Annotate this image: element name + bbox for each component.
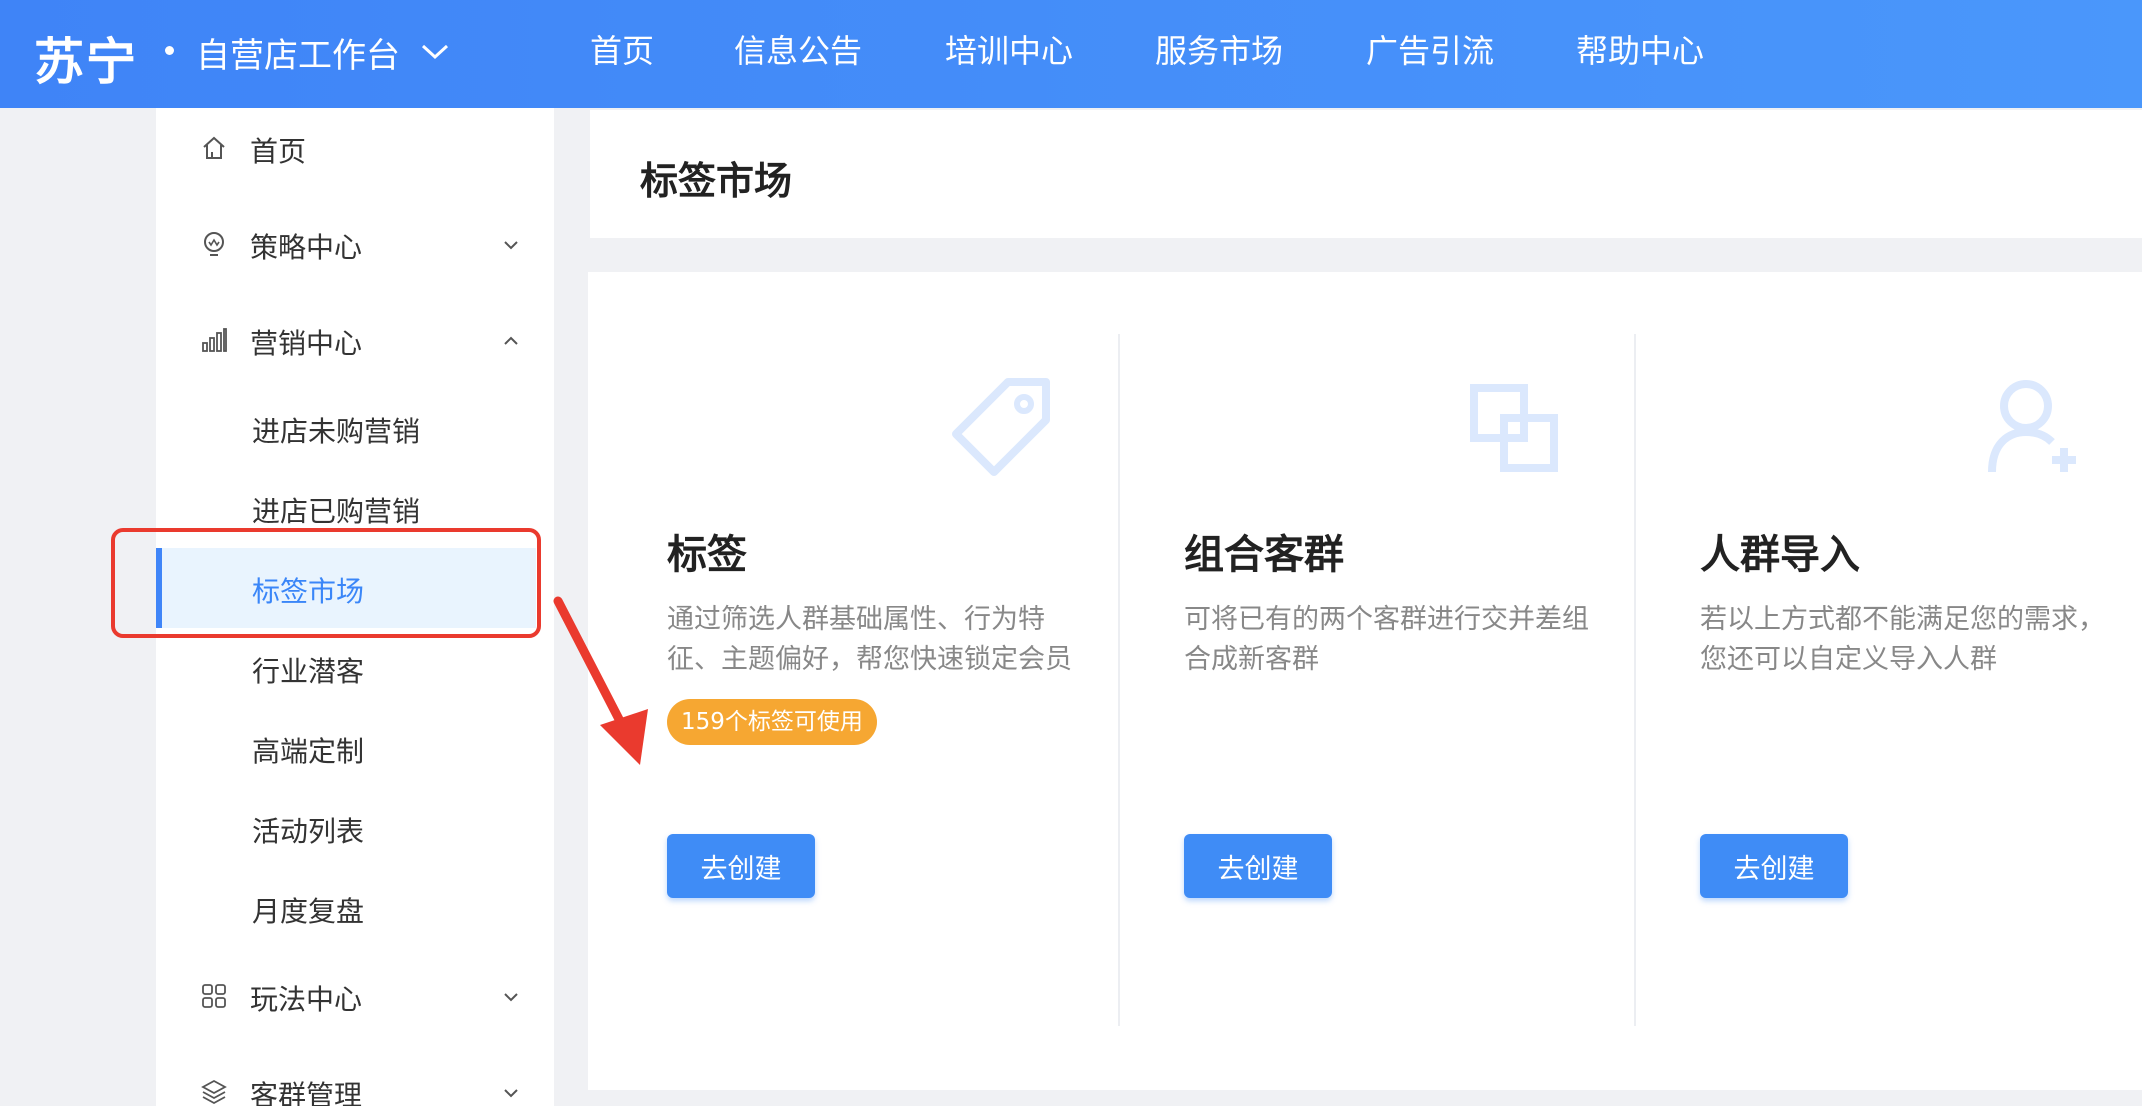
card-desc-combine: 可将已有的两个客群进行交并差组合成新客群 xyxy=(1184,604,1589,675)
chevron-down-icon[interactable] xyxy=(500,986,522,1008)
menu-play[interactable]: 玩法中心 xyxy=(250,978,362,1018)
submenu-activity-list[interactable]: 活动列表 xyxy=(252,810,364,850)
card-title-combine: 组合客群 xyxy=(1184,532,1344,578)
layers-icon xyxy=(201,1079,227,1105)
annotation-arrow-icon xyxy=(553,596,648,765)
menu-strategy[interactable]: 策略中心 xyxy=(250,226,362,266)
nav-service-market[interactable]: 服务市场 xyxy=(1155,26,1283,72)
submenu-industry-prospects[interactable]: 行业潜客 xyxy=(252,650,364,690)
bar-chart-icon xyxy=(202,328,227,352)
user-add-icon xyxy=(1988,380,2076,473)
menu-marketing[interactable]: 营销中心 xyxy=(250,322,362,362)
nav-announcements[interactable]: 信息公告 xyxy=(734,26,862,72)
suning-logo[interactable]: 苏宁 xyxy=(34,22,138,94)
divider xyxy=(1634,334,1636,1026)
workspace-switcher-label[interactable]: 自营店工作台 xyxy=(196,28,400,77)
card-desc-import: 若以上方式都不能满足您的需求，您还可以自定义导入人群 xyxy=(1700,604,2105,675)
page-header: 标签市场 xyxy=(590,110,2142,238)
submenu-monthly-review[interactable]: 月度复盘 xyxy=(252,890,364,930)
chevron-up-icon[interactable] xyxy=(500,330,522,352)
nav-help[interactable]: 帮助中心 xyxy=(1576,26,1704,72)
chevron-down-icon[interactable] xyxy=(500,1082,522,1104)
logo-dot xyxy=(165,46,174,55)
card-title-tag: 标签 xyxy=(667,532,747,578)
combine-squares-icon xyxy=(1470,384,1558,472)
nav-training[interactable]: 培训中心 xyxy=(945,26,1073,72)
create-import-button[interactable]: 去创建 xyxy=(1700,834,1848,898)
top-header: 苏宁 自营店工作台 首页 信息公告 培训中心 服务市场 广告引流 帮助中心 xyxy=(0,0,2142,108)
create-combine-button[interactable]: 去创建 xyxy=(1184,834,1332,898)
chevron-down-icon[interactable] xyxy=(500,234,522,256)
card-desc-tag: 通过筛选人群基础属性、行为特征、主题偏好，帮您快速锁定会员 xyxy=(667,604,1072,675)
create-options-panel: 标签 通过筛选人群基础属性、行为特征、主题偏好，帮您快速锁定会员 159个标签可… xyxy=(588,272,2142,1090)
home-icon xyxy=(203,136,225,159)
chevron-down-icon[interactable] xyxy=(420,42,450,62)
nav-ad-traffic[interactable]: 广告引流 xyxy=(1366,26,1494,72)
create-tag-button[interactable]: 去创建 xyxy=(667,834,815,898)
submenu-visit-purchased[interactable]: 进店已购营销 xyxy=(252,490,420,530)
tag-icon xyxy=(952,378,1050,476)
divider xyxy=(1118,334,1120,1026)
page-title: 标签市场 xyxy=(640,159,793,203)
menu-crowd[interactable]: 客群管理 xyxy=(250,1074,362,1106)
tag-count-badge: 159个标签可使用 xyxy=(667,699,877,745)
annotation-highlight-box xyxy=(111,528,541,638)
menu-home[interactable]: 首页 xyxy=(250,130,306,170)
apps-grid-icon xyxy=(202,984,226,1008)
nav-home[interactable]: 首页 xyxy=(590,26,654,72)
card-title-import: 人群导入 xyxy=(1700,532,1860,578)
lightbulb-icon xyxy=(204,232,224,256)
submenu-premium-custom[interactable]: 高端定制 xyxy=(252,730,364,770)
submenu-visit-not-purchased[interactable]: 进店未购营销 xyxy=(252,410,420,450)
